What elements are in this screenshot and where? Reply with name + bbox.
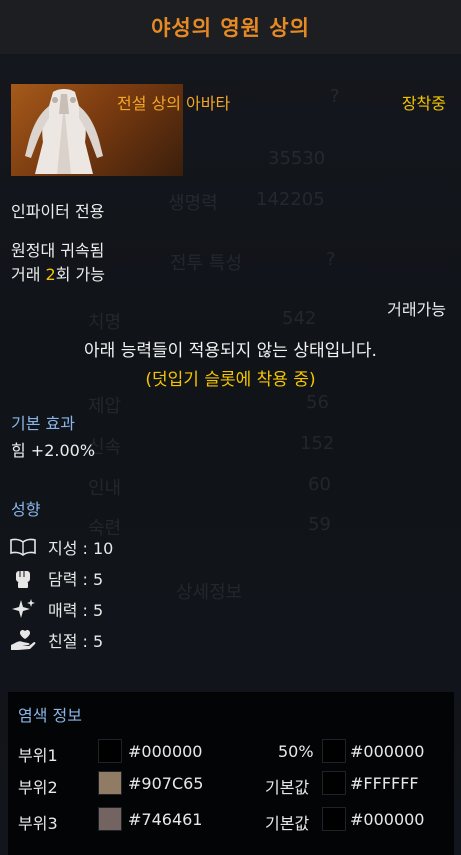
- tradeable-label: 거래가능: [387, 300, 446, 319]
- bg-text: 생명력: [168, 193, 218, 214]
- dye-swatch-secondary: [322, 771, 346, 795]
- trade-count-number: 2: [45, 265, 56, 284]
- dye-swatch-secondary: [322, 807, 346, 831]
- dye-part-label: 부위2: [18, 778, 58, 797]
- dye-value: 50%: [278, 742, 314, 761]
- bg-text: 60: [308, 474, 331, 495]
- tendency-kindness: 친절 : 5: [10, 627, 103, 653]
- bound-status: 원정대 귀속됨: [11, 241, 105, 260]
- dye-hex-secondary: #FFFFFF: [350, 774, 419, 793]
- dye-hex: #746461: [128, 810, 203, 829]
- dye-row: 부위1 #000000 50% #000000: [8, 738, 454, 766]
- tendency-label: 지성 : 10: [48, 539, 114, 558]
- dye-swatch: [98, 739, 122, 763]
- bg-text: 상세정보: [176, 582, 243, 603]
- equipped-label: 장착중: [401, 94, 446, 113]
- tendency-courage: 담력 : 5: [10, 565, 103, 591]
- dye-part-label: 부위3: [18, 814, 58, 833]
- dye-row: 부위2 #907C65 기본값 #FFFFFF: [8, 770, 454, 798]
- tendency-label: 담력 : 5: [48, 570, 104, 589]
- item-grade-name: 전설 상의 아바타: [117, 94, 231, 113]
- tendency-intellect: 지성 : 10: [10, 534, 113, 560]
- inactive-notice: 아래 능력들이 적용되지 않는 상태입니다.: [84, 341, 377, 361]
- dye-value: 기본값: [265, 778, 310, 797]
- bg-text: 제압: [88, 396, 122, 417]
- bg-text: 치명: [88, 312, 122, 333]
- dye-hex-secondary: #000000: [350, 810, 425, 829]
- dye-swatch-secondary: [322, 739, 346, 763]
- tendency-label: 친절 : 5: [48, 632, 104, 651]
- trade-prefix: 거래: [11, 265, 46, 284]
- bg-text: 542: [282, 308, 317, 329]
- hand-heart-icon: [11, 629, 36, 650]
- tooltip-header: 야성의 영원 상의: [0, 0, 461, 54]
- dye-value: 기본값: [265, 814, 310, 833]
- dye-hex-secondary: #000000: [350, 742, 425, 761]
- dye-hex: #000000: [128, 742, 203, 761]
- bg-text: 142205: [256, 189, 325, 210]
- sparkle-icon: [12, 599, 35, 618]
- book-icon: [10, 538, 36, 556]
- dye-swatch: [98, 771, 122, 795]
- bg-text: 59: [308, 514, 331, 535]
- item-summary: 전설 상의 아바타 장착중: [11, 84, 461, 176]
- dye-info-title: 염색 정보: [18, 706, 82, 725]
- dye-info-panel: 염색 정보 부위1 #000000 50% #000000 부위2 #907C6…: [8, 692, 454, 855]
- tendency-charm: 매력 : 5: [10, 596, 103, 622]
- dye-hex: #907C65: [128, 774, 204, 793]
- item-title: 야성의 영원 상의: [151, 16, 310, 40]
- dye-part-label: 부위1: [18, 746, 58, 765]
- dye-row: 부위3 #746461 기본값 #000000: [8, 806, 454, 834]
- bg-text: 인내: [88, 478, 122, 499]
- bg-text: 56: [306, 392, 329, 413]
- bg-text: 전투 특성: [170, 253, 242, 274]
- overlay-slot-notice: (덧입기 슬롯에 착용 중): [145, 370, 316, 390]
- trade-suffix: 회 가능: [55, 265, 105, 284]
- bg-text: ?: [326, 249, 336, 270]
- tendency-title: 성향: [11, 500, 41, 519]
- bg-text: 152: [300, 433, 335, 454]
- base-effect-value: 힘 +2.00%: [11, 441, 96, 460]
- trade-count: 거래 2회 가능: [11, 261, 105, 285]
- class-restriction: 인파이터 전용: [11, 202, 105, 221]
- dye-swatch: [98, 807, 122, 831]
- fist-icon: [16, 571, 30, 588]
- base-effect-title: 기본 효과: [11, 414, 75, 433]
- tendency-label: 매력 : 5: [48, 601, 104, 620]
